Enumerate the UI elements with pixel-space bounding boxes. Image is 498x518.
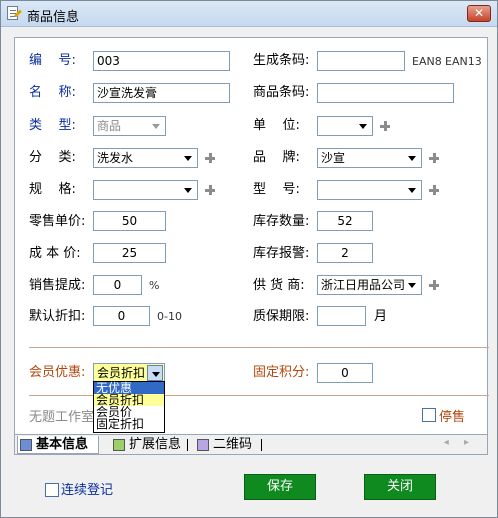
code-label: 编 号: bbox=[29, 53, 76, 68]
gen-barcode-label: 生成条码: bbox=[253, 53, 310, 68]
shelf-life-unit: 月 bbox=[374, 309, 388, 324]
retail-price-label: 零售单价: bbox=[29, 214, 86, 229]
chevron-down-icon bbox=[148, 118, 164, 134]
supplier-label: 供 货 商: bbox=[253, 278, 305, 293]
tab-basic-info-label: 基本信息 bbox=[36, 437, 89, 452]
stock-qty-input[interactable]: 52 bbox=[317, 211, 373, 231]
stop-sale-label[interactable]: 停售 bbox=[439, 410, 465, 426]
chevron-down-icon bbox=[404, 150, 420, 166]
gen-barcode-input[interactable] bbox=[317, 51, 405, 71]
add-spec-plus-icon[interactable] bbox=[204, 184, 216, 196]
name-input[interactable]: 沙宣洗发膏 bbox=[93, 83, 230, 103]
workstation-label: 无题工作室 bbox=[29, 410, 95, 425]
basic-info-tab-icon bbox=[20, 439, 32, 451]
fixed-points-input[interactable]: 0 bbox=[317, 363, 373, 383]
unit-label: 单 位: bbox=[253, 118, 300, 133]
shelf-life-input[interactable] bbox=[317, 306, 366, 326]
tab-scroll-arrows-icon[interactable]: ◂ ▸ bbox=[444, 437, 475, 448]
option-fixed-discount[interactable]: 固定折扣 bbox=[94, 418, 164, 430]
qrcode-tab-icon bbox=[197, 439, 209, 451]
chevron-down-icon bbox=[180, 182, 196, 198]
tab-qrcode[interactable]: 二维码 bbox=[195, 436, 257, 454]
product-info-window: 商品信息 ✕ 编 号: 003 生成条码: EAN8 EAN13 名 称: 沙宣… bbox=[0, 0, 498, 518]
category-value: 洗发水 bbox=[97, 151, 134, 165]
add-category-plus-icon[interactable] bbox=[204, 152, 216, 164]
category-label: 分 类: bbox=[29, 150, 76, 165]
save-button[interactable]: 保存 bbox=[244, 474, 316, 500]
shelf-life-label: 质保期限: bbox=[253, 309, 310, 324]
stock-qty-label: 库存数量: bbox=[253, 214, 310, 229]
member-discount-label: 会员优惠: bbox=[29, 365, 86, 380]
add-brand-plus-icon[interactable] bbox=[428, 152, 440, 164]
brand-label: 品 牌: bbox=[253, 150, 300, 165]
chevron-down-icon bbox=[147, 365, 163, 381]
tab-qrcode-label: 二维码 bbox=[213, 437, 253, 452]
tab-extended-info[interactable]: 扩展信息 bbox=[111, 436, 185, 454]
type-label: 类 型: bbox=[29, 118, 76, 133]
add-unit-plus-icon[interactable] bbox=[379, 120, 391, 132]
cost-price-input[interactable]: 25 bbox=[93, 243, 166, 263]
retail-price-input[interactable]: 50 bbox=[93, 211, 166, 231]
tab-separator bbox=[261, 439, 262, 451]
title-bar: 商品信息 ✕ bbox=[1, 1, 497, 27]
supplier-value: 浙江日用品公司 bbox=[321, 278, 406, 292]
app-icon bbox=[6, 6, 22, 21]
fixed-points-label: 固定积分: bbox=[253, 365, 310, 380]
member-discount-select[interactable]: 会员折扣 bbox=[93, 363, 165, 383]
tab-extended-info-label: 扩展信息 bbox=[129, 437, 182, 452]
ean13-link[interactable]: EAN13 bbox=[445, 55, 482, 68]
tab-strip: 基本信息 扩展信息 二维码 ◂ ▸ bbox=[15, 434, 487, 454]
stock-alert-input[interactable]: 2 bbox=[317, 243, 373, 263]
spec-label: 规 格: bbox=[29, 182, 76, 197]
extended-info-tab-icon bbox=[113, 439, 125, 451]
continuous-register-label[interactable]: 连续登记 bbox=[61, 483, 113, 499]
close-window-button[interactable]: ✕ bbox=[467, 5, 491, 22]
discount-input[interactable]: 0 bbox=[93, 306, 150, 326]
section-divider-top bbox=[29, 347, 489, 348]
chevron-down-icon bbox=[404, 182, 420, 198]
close-button[interactable]: 关闭 bbox=[364, 474, 436, 500]
commission-input[interactable]: 0 bbox=[93, 275, 142, 295]
category-select[interactable]: 洗发水 bbox=[93, 148, 198, 168]
model-label: 型 号: bbox=[253, 182, 300, 197]
code-input[interactable]: 003 bbox=[93, 51, 230, 71]
stop-sale-checkbox[interactable] bbox=[422, 408, 436, 422]
continuous-register-checkbox[interactable] bbox=[45, 483, 59, 497]
chevron-down-icon bbox=[404, 277, 420, 293]
stock-alert-label: 库存报警: bbox=[253, 246, 310, 261]
member-discount-value: 会员折扣 bbox=[97, 366, 146, 380]
spec-select[interactable] bbox=[93, 180, 198, 200]
supplier-select[interactable]: 浙江日用品公司 bbox=[317, 275, 422, 295]
discount-label: 默认折扣: bbox=[29, 309, 86, 324]
ean8-link[interactable]: EAN8 bbox=[412, 55, 442, 68]
type-select[interactable]: 商品 bbox=[93, 116, 166, 136]
chevron-down-icon bbox=[180, 150, 196, 166]
commission-unit: % bbox=[149, 279, 160, 292]
cost-price-label: 成 本 价: bbox=[29, 246, 81, 261]
add-model-plus-icon[interactable] bbox=[428, 184, 440, 196]
name-label: 名 称: bbox=[29, 85, 76, 100]
form-panel: 编 号: 003 生成条码: EAN8 EAN13 名 称: 沙宣洗发膏 商品条… bbox=[14, 37, 489, 455]
member-discount-dropdown-list: 无优惠 会员折扣 会员价 固定折扣 bbox=[93, 381, 165, 433]
tab-basic-info[interactable]: 基本信息 bbox=[17, 436, 99, 454]
tab-separator bbox=[187, 439, 188, 451]
barcode-input[interactable] bbox=[317, 83, 454, 103]
discount-range: 0-10 bbox=[157, 310, 182, 323]
type-value: 商品 bbox=[97, 119, 122, 133]
brand-select[interactable]: 沙宣 bbox=[317, 148, 422, 168]
barcode-label: 商品条码: bbox=[253, 85, 310, 100]
chevron-down-icon bbox=[355, 118, 371, 134]
add-supplier-plus-icon[interactable] bbox=[428, 279, 440, 291]
commission-label: 销售提成: bbox=[29, 278, 86, 293]
brand-value: 沙宣 bbox=[321, 151, 346, 165]
window-title: 商品信息 bbox=[27, 10, 80, 25]
unit-select[interactable] bbox=[317, 116, 373, 136]
model-select[interactable] bbox=[317, 180, 422, 200]
